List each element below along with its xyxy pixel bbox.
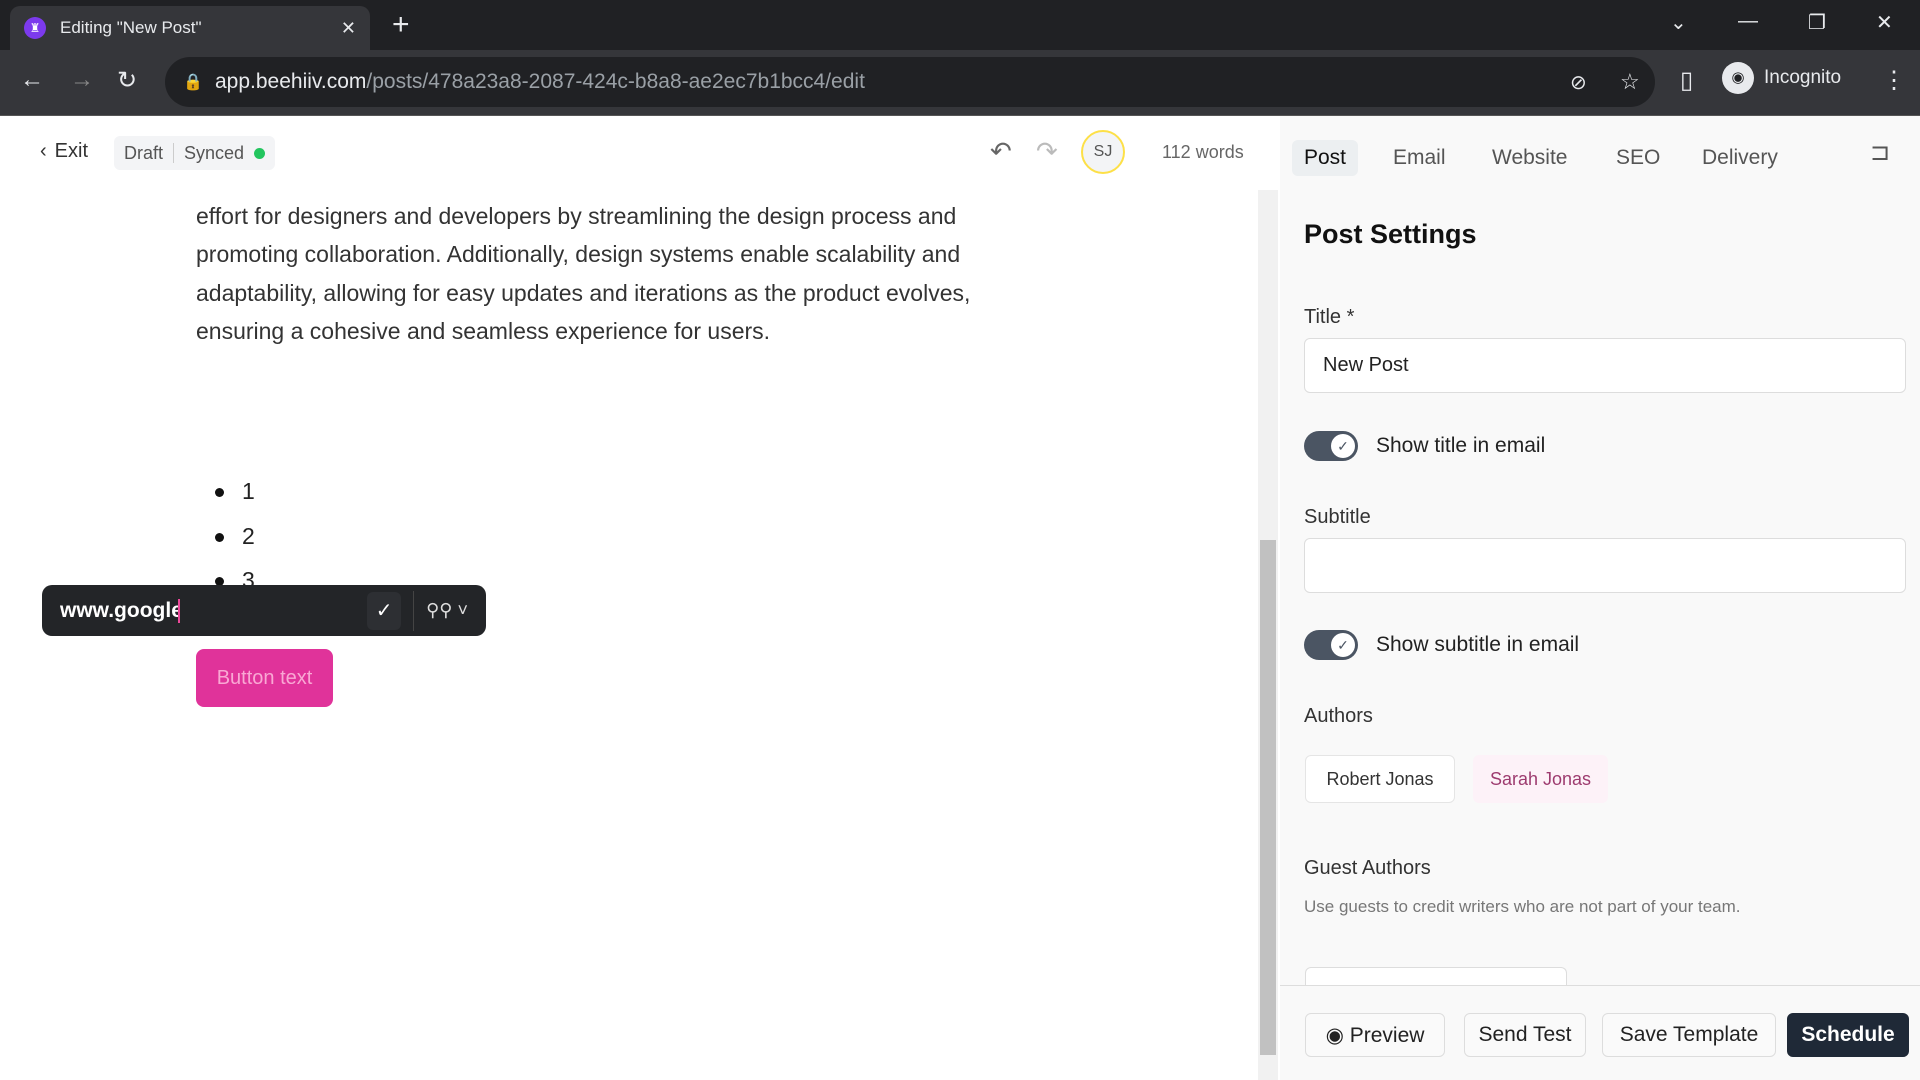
- tab-post[interactable]: Post: [1292, 140, 1359, 176]
- browser-tab[interactable]: ♜ Editing "New Post" ✕: [10, 6, 370, 50]
- divider: [413, 590, 415, 631]
- close-tab-icon[interactable]: ✕: [341, 18, 356, 39]
- author-chip[interactable]: Robert Jonas: [1305, 755, 1455, 803]
- tracking-off-icon[interactable]: ⊘: [1570, 70, 1587, 95]
- browser-menu-icon[interactable]: ⋮: [1882, 66, 1906, 95]
- guest-authors-label: Guest Authors: [1304, 857, 1431, 879]
- back-icon[interactable]: ←: [20, 66, 44, 94]
- forward-icon[interactable]: →: [70, 66, 94, 94]
- new-tab-icon[interactable]: +: [392, 8, 410, 42]
- tab-website[interactable]: Website: [1480, 140, 1579, 176]
- title-label: Title *: [1304, 306, 1355, 328]
- synced-dot-icon: [254, 147, 266, 159]
- scrollbar-thumb[interactable]: [1260, 540, 1276, 1055]
- avatar[interactable]: SJ: [1081, 130, 1125, 174]
- minimize-icon[interactable]: —: [1738, 10, 1758, 33]
- title-input[interactable]: [1304, 338, 1906, 393]
- side-panel-icon[interactable]: ▯: [1680, 66, 1693, 95]
- schedule-button[interactable]: Schedule: [1787, 1013, 1909, 1057]
- paragraph-line: effort for designers and developers by s…: [196, 203, 957, 229]
- tab-seo[interactable]: SEO: [1604, 140, 1672, 176]
- restore-icon[interactable]: ❐: [1808, 10, 1826, 35]
- tab-delivery[interactable]: Delivery: [1690, 140, 1790, 176]
- link-url-input[interactable]: [60, 598, 180, 623]
- lock-icon: 🔒: [183, 74, 203, 91]
- paragraph-line: promoting collaboration. Additionally, d…: [196, 241, 961, 267]
- subtitle-input[interactable]: [1304, 538, 1906, 593]
- guest-authors-description: Use guests to credit writers who are not…: [1304, 897, 1741, 916]
- authors-label: Authors: [1304, 705, 1373, 727]
- incognito-icon: ◉: [1722, 62, 1754, 94]
- link-options-sliders-icon[interactable]: ⚲⚲ ˅: [426, 600, 468, 621]
- url-path: /posts/478a23a8-2087-424c-b8a8-ae2ec7b1b…: [366, 70, 865, 93]
- editor-button-block[interactable]: Button text: [196, 649, 333, 707]
- chevron-left-icon: ‹: [40, 140, 47, 162]
- tab-search-icon[interactable]: ⌄: [1670, 10, 1687, 35]
- list-item: 2: [215, 523, 255, 550]
- show-subtitle-label: Show subtitle in email: [1376, 633, 1580, 656]
- show-subtitle-toggle[interactable]: [1304, 630, 1358, 660]
- paragraph-line: ensuring a cohesive and seamless experie…: [196, 318, 771, 344]
- divider: [173, 143, 175, 163]
- confirm-link-check-icon[interactable]: ✓: [367, 591, 402, 630]
- tab-email[interactable]: Email: [1381, 140, 1458, 176]
- panel-heading: Post Settings: [1304, 219, 1477, 249]
- word-count: 112 words: [1162, 142, 1244, 162]
- beehiiv-favicon-icon: ♜: [24, 17, 46, 39]
- undo-icon[interactable]: ↶: [990, 136, 1012, 167]
- url-host: app.beehiiv.com: [215, 70, 367, 93]
- incognito-profile[interactable]: ◉ Incognito: [1722, 62, 1841, 94]
- collapse-panel-icon[interactable]: ⊐: [1870, 138, 1890, 167]
- close-window-icon[interactable]: ✕: [1876, 10, 1893, 35]
- paragraph-line: adaptability, allowing for easy updates …: [196, 280, 971, 306]
- show-title-label: Show title in email: [1376, 434, 1546, 457]
- reload-icon[interactable]: ↻: [117, 66, 137, 95]
- draft-badge: Draft: [124, 142, 164, 163]
- subtitle-label: Subtitle: [1304, 506, 1371, 528]
- author-chip-selected[interactable]: Sarah Jonas: [1473, 755, 1608, 803]
- exit-label: Exit: [54, 140, 89, 162]
- bookmark-star-icon[interactable]: ☆: [1620, 69, 1640, 95]
- redo-icon[interactable]: ↷: [1036, 136, 1058, 167]
- synced-label: Synced: [184, 142, 245, 163]
- post-status: Draft Synced: [114, 136, 276, 170]
- url-input[interactable]: 🔒 app.beehiiv.com/posts/478a23a8-2087-42…: [165, 57, 1655, 107]
- preview-button[interactable]: ◉ Preview: [1305, 1013, 1445, 1057]
- profile-label: Incognito: [1764, 67, 1842, 88]
- send-test-button[interactable]: Send Test: [1464, 1013, 1586, 1057]
- settings-panel: [1280, 116, 1920, 1080]
- save-template-button[interactable]: Save Template: [1602, 1013, 1776, 1057]
- eye-icon: ◉: [1325, 1023, 1350, 1047]
- tab-title: Editing "New Post": [60, 18, 202, 37]
- link-toolbar: ✓ ⚲⚲ ˅: [42, 585, 486, 636]
- show-title-toggle[interactable]: [1304, 431, 1358, 461]
- list-item: 1: [215, 478, 255, 505]
- text-cursor: [178, 598, 180, 623]
- exit-button[interactable]: ‹ Exit: [40, 140, 88, 163]
